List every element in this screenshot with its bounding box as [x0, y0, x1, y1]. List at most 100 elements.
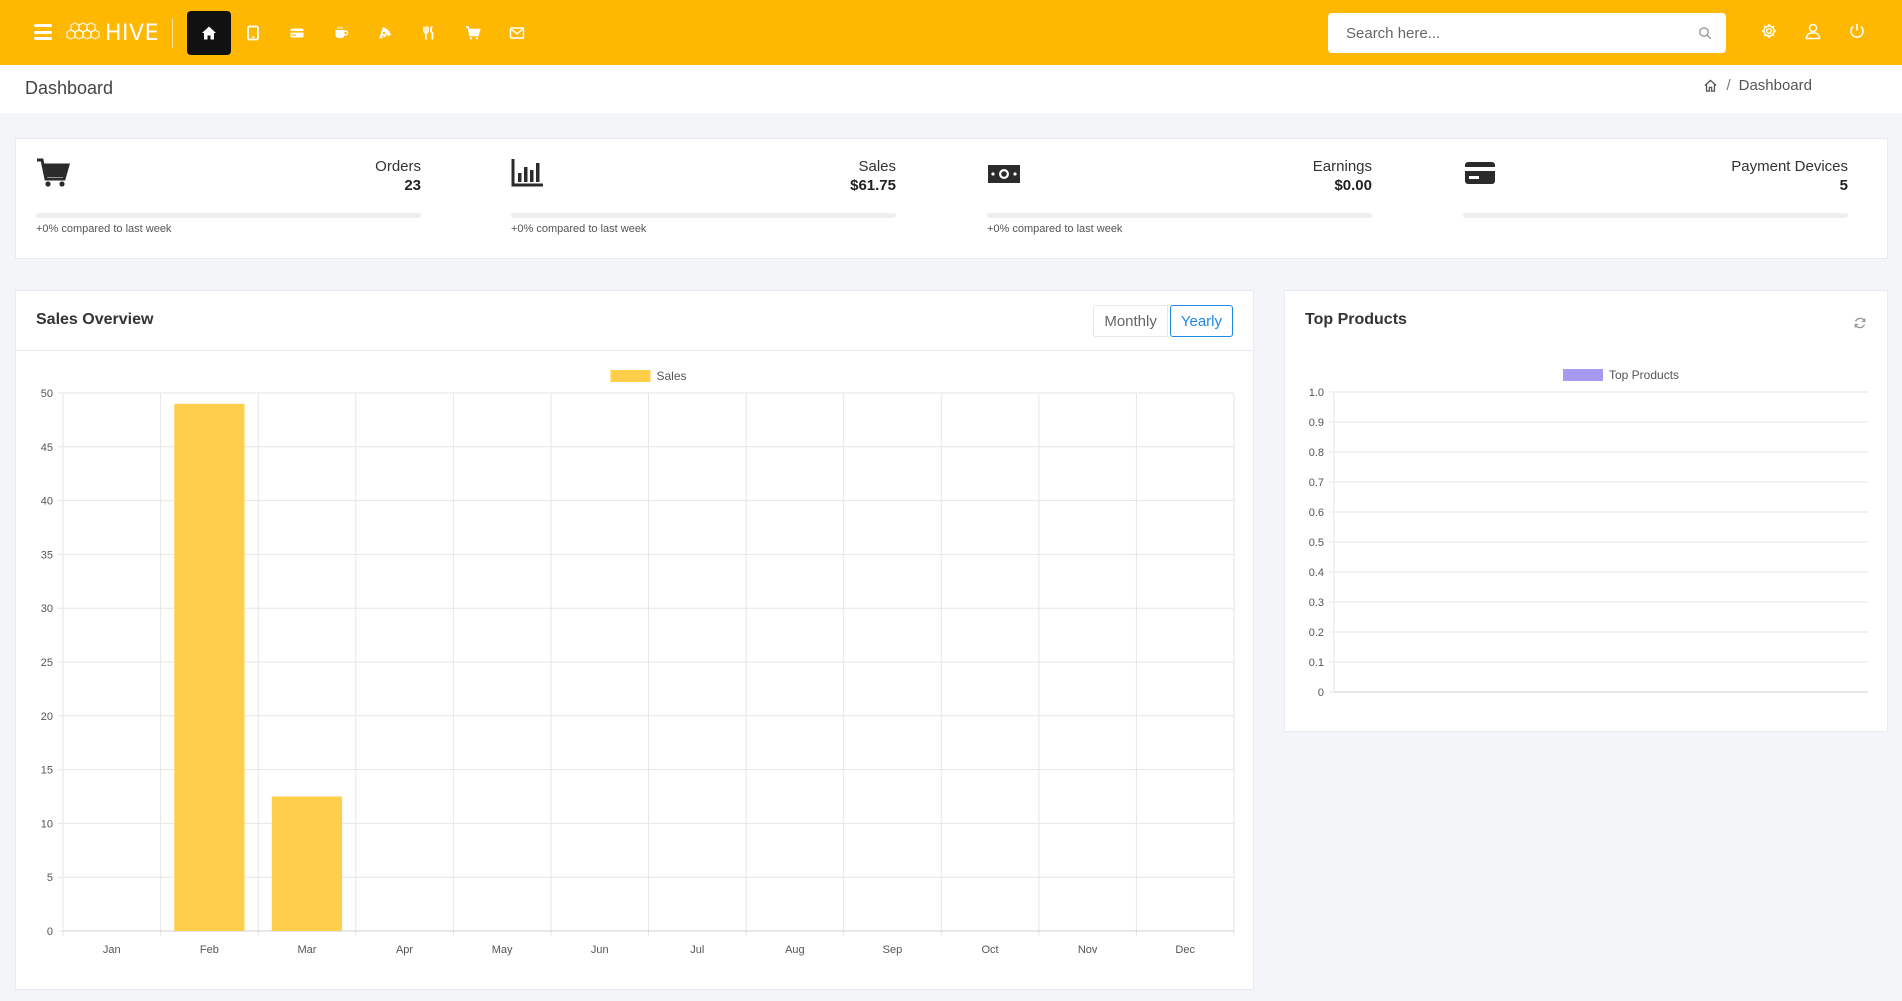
nav-home[interactable]: [187, 11, 231, 55]
cart-icon: [37, 158, 70, 187]
y-tick-label: 0.1: [1309, 657, 1324, 669]
nav-pizza[interactable]: [363, 11, 407, 55]
logo[interactable]: HIVE: [65, 18, 159, 48]
nav-coffee[interactable]: [319, 11, 363, 55]
home-breadcrumb-icon[interactable]: [1703, 78, 1718, 93]
y-tick-label: 0.2: [1309, 627, 1324, 639]
y-tick-label: 35: [41, 549, 53, 561]
stat-compare-text: +0% compared to last week: [987, 223, 1123, 235]
hive-logo-icon: [66, 22, 100, 40]
top-navbar: HIVE: [0, 0, 1902, 65]
x-tick-label: Jul: [690, 944, 704, 956]
sales-overview-title: Sales Overview: [36, 311, 154, 328]
settings-icon[interactable]: [1760, 22, 1778, 40]
nav-payments[interactable]: [275, 11, 319, 55]
stat-label: Payment Devices: [1731, 158, 1848, 175]
search-input[interactable]: [1328, 13, 1688, 53]
y-tick-label: 5: [47, 872, 53, 884]
menu-icon[interactable]: [34, 24, 52, 40]
credit-card-icon: [1465, 162, 1495, 184]
refresh-icon[interactable]: [1853, 316, 1867, 330]
search-box: [1328, 13, 1726, 53]
card-icon: [290, 28, 304, 38]
top-products-card: Top Products 0 0.1 0.2 0.3 0.4 0.5 0.6 0.7 0.8 0.…: [1284, 290, 1888, 732]
yearly-button[interactable]: Yearly: [1169, 305, 1233, 337]
y-tick-label: 0.5: [1309, 537, 1324, 549]
chart-bar: [271, 796, 343, 931]
stats-card: Orders 23 +0% compared to last week Sale…: [15, 138, 1888, 259]
y-tick-label: 0.6: [1309, 507, 1324, 519]
nav-restaurant[interactable]: [407, 11, 451, 55]
stat-value: 5: [1839, 177, 1848, 194]
utensils-icon: [423, 25, 434, 40]
y-tick-label: 0.7: [1309, 477, 1324, 489]
top-products-chart: 0 0.1 0.2 0.3 0.4 0.5 0.6 0.7 0.8 0.9 1.0 Top Produ…: [1309, 368, 1868, 699]
nav-tablet[interactable]: [231, 11, 275, 55]
y-tick-label: 0.3: [1309, 597, 1324, 609]
stat-earnings: Earnings $0.00 +0% compared to last week: [967, 139, 1372, 260]
x-tick-label: Mar: [297, 944, 316, 956]
chart-bar: [174, 403, 245, 931]
stat-label: Earnings: [1312, 158, 1372, 175]
y-tick-label: 0: [1318, 687, 1324, 699]
tablet-icon: [247, 25, 259, 41]
stat-progress-bar: [987, 213, 1372, 218]
y-tick-label: 10: [41, 818, 53, 830]
stat-value: $61.75: [850, 177, 896, 194]
monthly-button[interactable]: Monthly: [1093, 305, 1168, 337]
breadcrumb-separator: /: [1726, 77, 1731, 94]
stat-compare-text: +0% compared to last week: [511, 223, 647, 235]
cart-icon: [466, 26, 481, 40]
power-icon[interactable]: [1848, 22, 1866, 40]
nav-mail[interactable]: [495, 11, 539, 55]
mail-icon: [509, 27, 525, 39]
money-icon: [988, 165, 1020, 183]
stat-value: 23: [404, 177, 421, 194]
stat-orders: Orders 23 +0% compared to last week: [16, 139, 421, 260]
legend-label: Top Products: [1609, 368, 1679, 382]
x-tick-label: Dec: [1175, 944, 1195, 956]
stat-payment-devices: Payment Devices 5: [1443, 139, 1848, 260]
y-tick-label: 0: [47, 926, 53, 938]
home-icon: [202, 26, 216, 40]
y-tick-label: 0.8: [1309, 447, 1324, 459]
stat-value: $0.00: [1334, 177, 1372, 194]
x-tick-label: Sep: [883, 944, 903, 956]
x-tick-label: May: [492, 944, 513, 956]
sales-chart: 0 5 10 15 20 25 30 35 40 45 50 Jan Feb Mar Apr May Jun Ju…: [41, 369, 1235, 956]
stat-label: Orders: [375, 158, 421, 175]
y-tick-label: 1.0: [1309, 387, 1324, 399]
stat-sales: Sales $61.75 +0% compared to last week: [491, 139, 896, 260]
stat-progress-bar: [511, 213, 896, 218]
stat-compare-text: +0% compared to last week: [36, 223, 172, 235]
x-tick-label: Nov: [1078, 944, 1098, 956]
period-toggle: Monthly Yearly: [1093, 305, 1233, 337]
coffee-icon: [335, 26, 349, 38]
stat-progress-bar: [36, 213, 421, 218]
stat-label: Sales: [858, 158, 896, 175]
x-tick-label: Apr: [396, 944, 413, 956]
x-tick-label: Aug: [785, 944, 805, 956]
x-tick-label: Feb: [200, 944, 219, 956]
y-tick-label: 30: [41, 603, 53, 615]
y-tick-label: 50: [41, 388, 53, 400]
user-icon[interactable]: [1804, 22, 1822, 40]
y-tick-label: 0.4: [1309, 567, 1324, 579]
top-products-title: Top Products: [1305, 311, 1407, 328]
y-tick-label: 40: [41, 496, 53, 508]
search-icon[interactable]: [1698, 26, 1712, 40]
y-tick-label: 20: [41, 711, 53, 723]
pizza-icon: [379, 27, 391, 39]
nav-cart[interactable]: [451, 11, 495, 55]
breadcrumb: / Dashboard: [1703, 77, 1812, 94]
y-tick-label: 25: [41, 657, 53, 669]
bar-chart-icon: [511, 159, 543, 187]
sales-overview-card: Sales Overview Monthly Yearly 0 5 10 15 20 25…: [15, 290, 1254, 990]
legend-swatch: [610, 370, 651, 382]
y-tick-label: 15: [41, 765, 53, 777]
x-tick-label: Oct: [981, 944, 998, 956]
x-tick-label: Jun: [591, 944, 609, 956]
page-header: Dashboard / Dashboard: [0, 65, 1902, 113]
legend-swatch: [1563, 369, 1603, 381]
y-tick-label: 0.9: [1309, 417, 1324, 429]
